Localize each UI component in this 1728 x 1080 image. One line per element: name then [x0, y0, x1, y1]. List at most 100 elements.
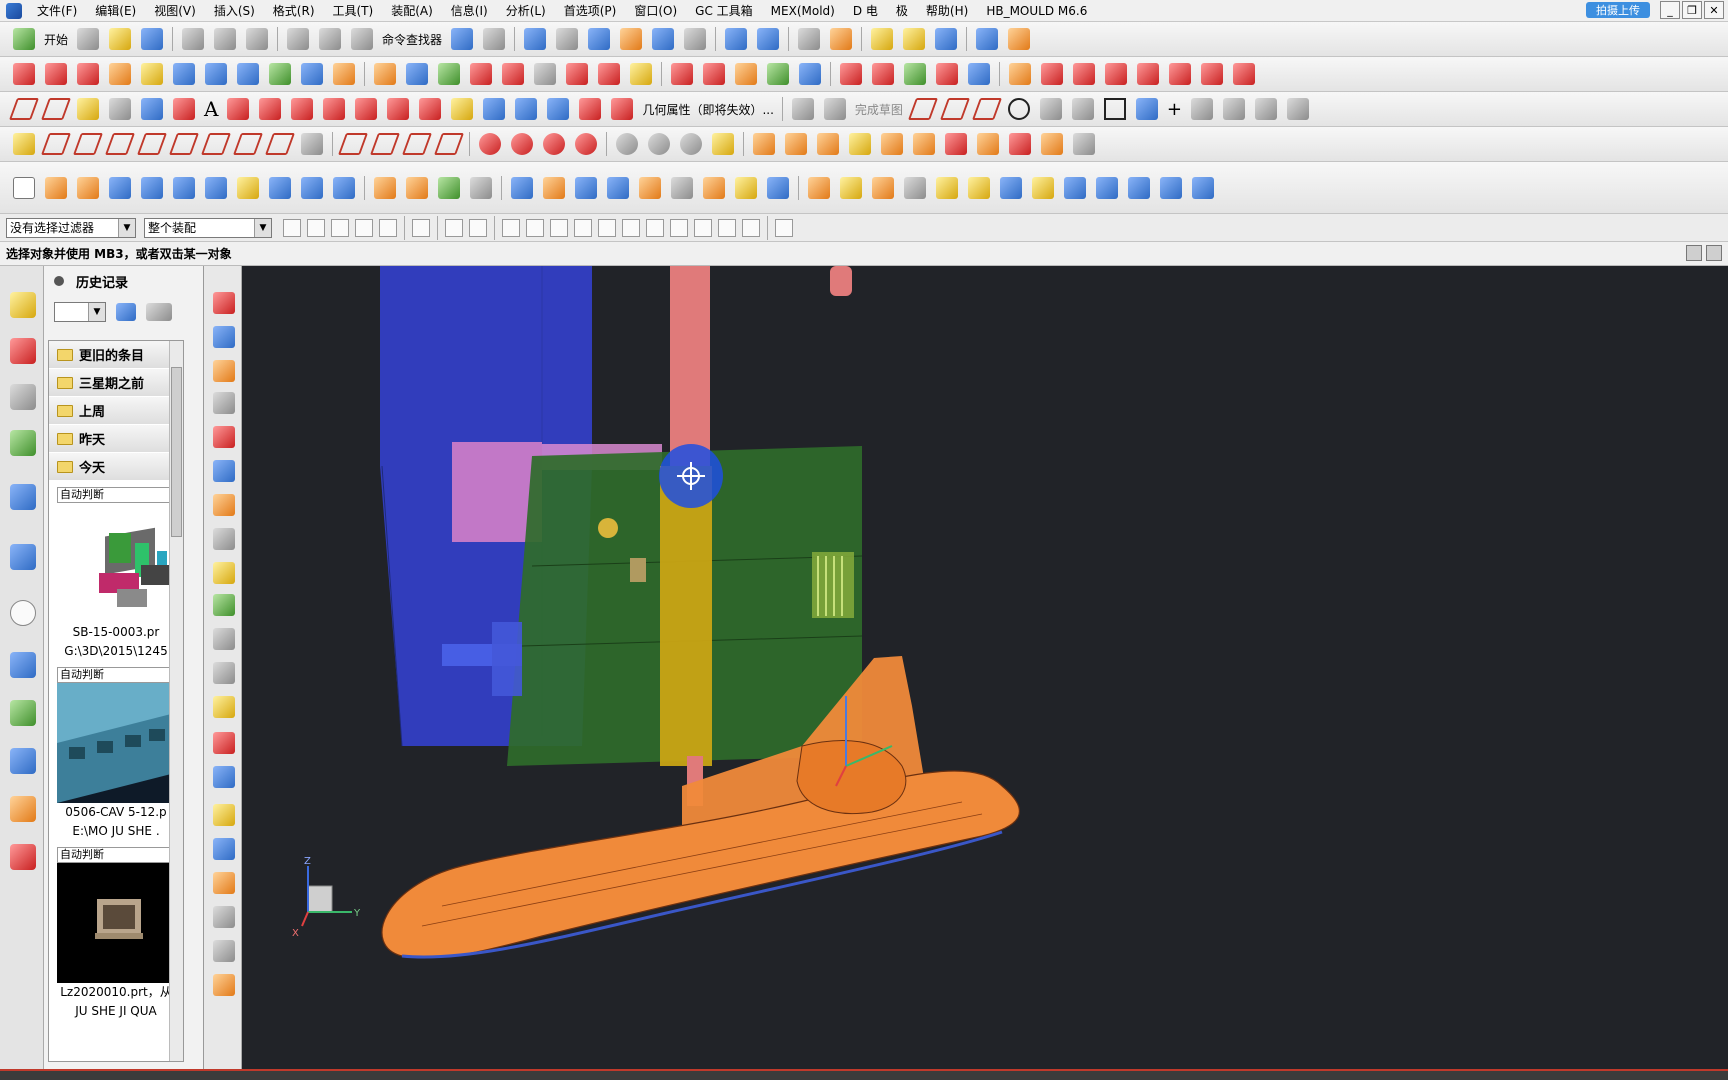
- snap-arc-center-icon[interactable]: [648, 133, 670, 155]
- menu-assembly[interactable]: 装配(A): [382, 2, 442, 19]
- bridge-icon[interactable]: [438, 63, 460, 85]
- orient-icon[interactable]: [556, 28, 579, 50]
- styled-blend-icon[interactable]: [735, 63, 757, 85]
- initialize-project-icon[interactable]: [785, 133, 807, 155]
- layout-icon[interactable]: [213, 426, 235, 448]
- snap-point-toggle-icon[interactable]: [502, 218, 520, 237]
- mold-csys-icon[interactable]: [817, 133, 839, 155]
- swept-icon[interactable]: [109, 63, 131, 85]
- primitive-cone-icon[interactable]: [1160, 176, 1182, 199]
- bridge-curve-icon[interactable]: [387, 98, 410, 120]
- deviation-icon[interactable]: [935, 28, 958, 50]
- mold-wizard-icon[interactable]: [753, 133, 775, 155]
- selection-icon[interactable]: [451, 28, 474, 50]
- pattern-icon[interactable]: [438, 176, 460, 199]
- process-studio-icon[interactable]: [10, 700, 36, 726]
- extract-curve-icon[interactable]: [483, 98, 506, 120]
- view-icon[interactable]: [652, 28, 675, 50]
- table-icon[interactable]: [301, 133, 323, 155]
- shrinkage-icon[interactable]: [849, 133, 871, 155]
- snap-on-curve-icon[interactable]: [718, 218, 736, 237]
- trim-surface-icon[interactable]: [333, 63, 355, 85]
- menu-hb-mould[interactable]: HB_MOULD M6.6: [977, 4, 1096, 18]
- menu-mex-mold[interactable]: MEX(Mold): [762, 4, 844, 18]
- line-icon[interactable]: [8, 98, 40, 120]
- parting-tools-icon[interactable]: [213, 528, 235, 550]
- primitive-cylinder-icon[interactable]: [1128, 176, 1150, 199]
- command-finder-button[interactable]: 命令查找器: [382, 31, 442, 48]
- text-icon[interactable]: A: [204, 97, 218, 121]
- unite-icon[interactable]: [511, 176, 533, 199]
- finish-sketch-icon[interactable]: [823, 98, 846, 120]
- sketch-polygon-icon[interactable]: [1191, 98, 1214, 120]
- sketch-plane-icon[interactable]: [791, 98, 814, 120]
- diameter-dimension-icon[interactable]: [200, 133, 232, 155]
- offset-surface-icon[interactable]: [301, 63, 323, 85]
- offset-region-icon[interactable]: [735, 176, 757, 199]
- polygon-icon[interactable]: [141, 98, 163, 120]
- block-icon[interactable]: [109, 176, 131, 199]
- replace-face-icon[interactable]: [872, 63, 894, 85]
- angular-dimension-icon[interactable]: [72, 133, 104, 155]
- roles-icon[interactable]: [10, 796, 36, 822]
- fit-view-icon[interactable]: [524, 28, 547, 50]
- save-icon[interactable]: [141, 28, 164, 50]
- select-components-icon[interactable]: [445, 218, 463, 237]
- subtract-icon[interactable]: [543, 176, 565, 199]
- geometry-props-button[interactable]: 几何属性（即将失效）...: [642, 101, 773, 118]
- cut-icon[interactable]: [182, 28, 205, 50]
- edit-curve-icon[interactable]: [1201, 63, 1223, 85]
- manufacturing-wizard-icon[interactable]: [10, 748, 36, 774]
- cloud-upload-button[interactable]: 拍摄上传: [1586, 2, 1650, 18]
- midpoint-icon[interactable]: [401, 133, 433, 155]
- draft-icon[interactable]: [671, 63, 693, 85]
- extension-icon[interactable]: [374, 63, 396, 85]
- project-curve-icon[interactable]: [323, 98, 346, 120]
- ejector-pin-icon[interactable]: [213, 628, 235, 650]
- face-filter-icon[interactable]: [331, 218, 349, 237]
- status-view-icon[interactable]: [1686, 245, 1702, 261]
- split-icon[interactable]: [534, 63, 556, 85]
- history-view-dropdown[interactable]: ▼: [54, 302, 106, 322]
- type-filter-dropdown[interactable]: 没有选择过滤器 ▼: [6, 217, 136, 238]
- back-arrow-icon[interactable]: [116, 303, 136, 321]
- history-group[interactable]: 今天: [49, 453, 183, 481]
- app-icon[interactable]: [6, 2, 22, 19]
- circle-icon[interactable]: [1007, 98, 1030, 120]
- curve-mesh-icon[interactable]: [237, 63, 259, 85]
- sphere-icon[interactable]: [205, 176, 227, 199]
- snap-settings-icon[interactable]: [712, 133, 734, 155]
- rectangle-select-icon[interactable]: [412, 218, 430, 237]
- curve-edit-icon[interactable]: [1009, 63, 1031, 85]
- close-icon[interactable]: ✕: [1704, 1, 1724, 19]
- drawing-icon[interactable]: [213, 974, 235, 996]
- helix-icon[interactable]: [259, 98, 282, 120]
- surface-icon[interactable]: [45, 63, 67, 85]
- dimension-icon[interactable]: [40, 133, 72, 155]
- pull-face-icon[interactable]: [872, 176, 894, 199]
- snap-mid-icon[interactable]: [550, 218, 568, 237]
- thicken-icon[interactable]: [598, 63, 620, 85]
- snap-tangent-icon[interactable]: [680, 133, 702, 155]
- sketch-line-icon[interactable]: [939, 98, 970, 120]
- revolve-icon[interactable]: [77, 176, 99, 199]
- arc-icon[interactable]: [40, 98, 72, 120]
- history-card[interactable]: 自动判断 0506-CAV 5-12.p E:\MO JU SHE .: [57, 667, 175, 841]
- concentric-icon[interactable]: [511, 133, 533, 155]
- axis-icon[interactable]: [976, 28, 999, 50]
- face-rule-icon[interactable]: [379, 218, 397, 237]
- radius-dimension-icon[interactable]: [168, 133, 200, 155]
- offset-face-icon[interactable]: [968, 63, 990, 85]
- history-clock-icon[interactable]: [10, 600, 36, 626]
- sew-icon[interactable]: [470, 63, 492, 85]
- shrinkage-icon[interactable]: [213, 360, 235, 382]
- preview-toggle-icon[interactable]: [146, 303, 172, 321]
- info-icon[interactable]: [483, 28, 506, 50]
- move-component-icon[interactable]: [725, 28, 748, 50]
- history-group[interactable]: 更旧的条目: [49, 341, 183, 369]
- family-icon[interactable]: [213, 460, 235, 482]
- curve-params-icon[interactable]: [1233, 63, 1255, 85]
- snap-point-icon[interactable]: [616, 133, 638, 155]
- snap-quadrant-icon[interactable]: [670, 218, 688, 237]
- system-materials-icon[interactable]: [10, 652, 36, 678]
